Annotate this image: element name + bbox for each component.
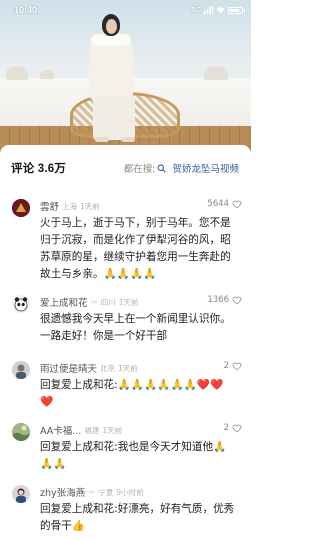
avatar[interactable] xyxy=(12,361,30,379)
comment-text: 回复爱上成和花:🙏🙏🙏🙏🙏🙏❤️❤️❤️ xyxy=(40,379,224,408)
search-icon xyxy=(158,164,167,173)
like-icon xyxy=(232,200,242,209)
like-icon xyxy=(232,296,242,305)
like-button[interactable]: 2 xyxy=(224,361,242,371)
comment-text: 很遗憾我今天早上在一个新闻里认识你。一路走好！你是一个好干部 xyxy=(40,313,231,342)
comment-author[interactable]: AA卡福... xyxy=(40,423,81,437)
video-yurt xyxy=(6,66,28,80)
comment-count: 评论 3.6万 xyxy=(11,163,67,175)
comment-meta: AA卡福... 福建 1天前 xyxy=(40,423,123,438)
like-icon xyxy=(232,424,242,433)
video-player[interactable]: 10:40 5G xyxy=(0,0,251,162)
video-person-shoe xyxy=(121,137,135,142)
comment-location: 北京 xyxy=(100,363,116,373)
avatar-image xyxy=(12,199,30,217)
avatar-image xyxy=(12,423,30,441)
comment-time: 9小时前 xyxy=(116,487,144,497)
avatar-image xyxy=(14,297,28,312)
comment-time: 1天前 xyxy=(118,297,139,307)
like-count: 1366 xyxy=(207,295,229,305)
video-yurt xyxy=(40,70,54,79)
comment-text: 回复爱上成和花:我也是今天才知道他🙏🙏🙏 xyxy=(40,441,227,470)
comment-meta: 雲舒 上海 1天前 xyxy=(40,199,100,214)
video-person-face xyxy=(106,19,117,34)
comment-meta: zhy张海燕 ♾ 宁夏 9小时前 xyxy=(40,485,144,500)
comment-location: 宁夏 xyxy=(98,487,114,497)
comment-time: 1天前 xyxy=(80,201,100,211)
comment-sheet-header: 评论 3.6万 都在搜: 贺娇龙坠马视频 xyxy=(0,145,251,191)
avatar-image xyxy=(12,361,30,379)
like-count: 5644 xyxy=(207,199,229,209)
video-yurt xyxy=(204,66,228,80)
avatar[interactable] xyxy=(12,295,30,313)
comment-sheet: 评论 3.6万 都在搜: 贺娇龙坠马视频 雲舒 上海 1天前 5644 火于马上… xyxy=(0,145,251,540)
avatar-image xyxy=(12,485,30,503)
vip-badge-icon: ♾ xyxy=(90,297,98,307)
battery-icon xyxy=(228,6,245,14)
search-suggestion[interactable]: 都在搜: 贺娇龙坠马视频 xyxy=(124,161,239,175)
avatar[interactable] xyxy=(12,485,30,503)
video-person-shoe xyxy=(95,137,109,142)
signal-icon xyxy=(204,6,213,14)
comment-author[interactable]: 雲舒 xyxy=(40,199,59,213)
network-label: 5G xyxy=(191,6,201,14)
like-button[interactable]: 5644 xyxy=(207,199,242,209)
status-time: 10:40 xyxy=(14,5,38,15)
comment-meta: 爱上成和花 ♾ 四川 1天前 xyxy=(40,295,139,310)
search-keyword-link[interactable]: 贺娇龙坠马视频 xyxy=(172,161,239,175)
comment-author[interactable]: 雨过便是晴天 xyxy=(40,361,97,375)
comment-time: 1天前 xyxy=(118,363,138,373)
wifi-icon xyxy=(216,6,225,13)
comment-author[interactable]: 爱上成和花 xyxy=(40,295,88,309)
like-count: 2 xyxy=(223,423,229,433)
comment-location: 福建 xyxy=(84,425,100,435)
avatar[interactable] xyxy=(12,199,30,217)
like-count: 2 xyxy=(223,361,229,371)
comment-meta: 雨过便是晴天 北京 1天前 xyxy=(40,361,138,376)
vip-badge-icon: ♾ xyxy=(88,487,96,497)
status-icons: 5G xyxy=(191,6,245,14)
comment-time: 1天前 xyxy=(102,425,123,435)
like-button[interactable]: 2 xyxy=(224,423,242,433)
avatar[interactable] xyxy=(12,423,30,441)
like-button[interactable]: 1366 xyxy=(207,295,242,305)
comment-location: 四川 xyxy=(100,297,116,307)
search-prefix: 都在搜: xyxy=(123,164,156,175)
video-person-legs xyxy=(93,96,135,140)
comment-location: 上海 xyxy=(62,201,78,211)
comment-text: 火于马上，逝于马下，别于马年。您不是归于沉寂，而是化作了伊犁河谷的风，昭苏草原的… xyxy=(40,217,231,280)
like-icon xyxy=(232,362,242,371)
comment-text: 回复爱上成和花:好漂亮，好有气质，优秀的骨干👍 xyxy=(40,503,235,532)
status-bar: 10:40 5G xyxy=(0,0,251,20)
comment-author[interactable]: zhy张海燕 xyxy=(40,485,85,499)
